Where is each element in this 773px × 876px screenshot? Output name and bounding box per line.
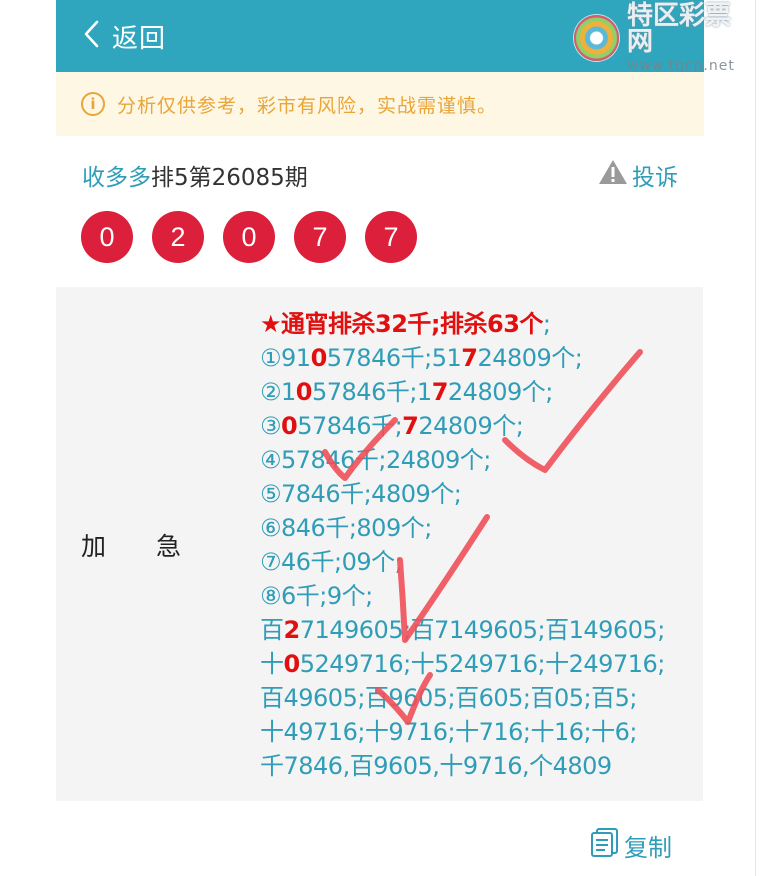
analysis-line: ①91057846千;51724809个; (260, 341, 700, 375)
back-button[interactable]: 返回 (82, 14, 166, 58)
risk-notice-banner: i 分析仅供参考，彩市有风险，实战需谨慎。 (56, 72, 704, 136)
analysis-line: ⑦46千;09个; (260, 545, 700, 579)
analysis-text: 57846千; (297, 412, 403, 440)
urgent-label: 加急 (81, 527, 181, 563)
urgent-label-char: 急 (156, 532, 182, 561)
copy-button[interactable]: 复制 (588, 826, 672, 864)
analysis-content: ★通宵排杀32千;排杀63个; ①91057846千;51724809个; ②105… (260, 307, 700, 783)
analysis-line: ②1057846千;1724809个; (260, 375, 700, 409)
analysis-panel: 加急 ★通宵排杀32千;排杀63个; ①91057846千;51724809个; ②… (56, 287, 703, 801)
analysis-line: 百27149605;百7149605;百149605; (260, 613, 700, 647)
analysis-text: ; (542, 310, 551, 338)
urgent-label-char: 加 (81, 532, 107, 561)
copy-icon (588, 826, 624, 864)
analysis-line: 十05249716;十5249716;十249716; (260, 647, 700, 681)
logo-name: 特区彩票网 (626, 1, 731, 57)
analysis-line: ⑤7846千;4809个; (260, 477, 700, 511)
highlight-digit: 0 (295, 378, 313, 406)
highlight-digit: 0 (283, 650, 301, 678)
author-link[interactable]: 收多多 (82, 165, 151, 191)
analysis-text: 千7846,百9605,十9716,个4809 (260, 752, 612, 780)
analysis-text: 24809个; (447, 378, 553, 406)
analysis-text: ⑧6千;9个; (260, 582, 373, 610)
analysis-text: ③ (260, 412, 282, 440)
analysis-line: ★通宵排杀32千;排杀63个; (260, 307, 700, 341)
analysis-line: 千7846,百9605,十9716,个4809 (260, 749, 700, 783)
analysis-line: ⑧6千;9个; (260, 579, 700, 613)
number-ball: 2 (152, 211, 204, 263)
warning-icon (598, 159, 632, 191)
number-ball: 0 (81, 211, 133, 263)
analysis-line: 百49605;百9605;百605;百05;百5; (260, 681, 700, 715)
number-ball: 7 (365, 211, 417, 263)
analysis-text: 24809个; (418, 412, 524, 440)
highlight-digit: 0 (281, 412, 298, 440)
copy-label: 复制 (624, 833, 672, 862)
complain-label: 投诉 (632, 165, 678, 191)
analysis-text: 百49605;百9605;百605;百05;百5; (260, 684, 637, 712)
analysis-text: 7149605;百7149605;百149605; (299, 616, 666, 644)
back-label: 返回 (112, 23, 167, 54)
scrollbar-track[interactable] (755, 0, 773, 876)
analysis-text: 十49716;十9716;十716;十16;十6; (260, 718, 637, 746)
draw-numbers: 0 2 0 7 7 (81, 211, 436, 263)
info-icon: i (81, 92, 105, 116)
highlight-digit: 7 (402, 412, 419, 440)
analysis-text: ①91 (260, 344, 311, 372)
logo-emblem-icon (574, 15, 619, 61)
number-ball: 7 (294, 211, 346, 263)
analysis-text: 57846千;51 (326, 344, 462, 372)
site-logo-watermark: 特区彩票网 www.tqcp.net (574, 3, 754, 73)
analysis-text: 十 (260, 650, 284, 678)
chevron-left-icon (82, 19, 102, 53)
highlight-digit: 7 (431, 378, 449, 406)
analysis-text: 5249716;十5249716;十249716; (299, 650, 666, 678)
highlight-digit: 7 (461, 344, 478, 372)
analysis-text: ④57846千;24809个; (260, 446, 491, 474)
post-title-row: 收多多排5第26085期 投诉 (82, 156, 678, 194)
analysis-text: 百 (260, 616, 284, 644)
analysis-line: ④57846千;24809个; (260, 443, 700, 477)
logo-url: www.tqcp.net (626, 58, 735, 74)
issue-label: 排5第26085期 (151, 165, 308, 191)
analysis-text: 57846千;1 (312, 378, 432, 406)
analysis-text: ⑦46千;09个; (260, 548, 403, 576)
post-title: 收多多排5第26085期 (82, 158, 308, 192)
complain-button[interactable]: 投诉 (598, 158, 678, 192)
notice-text: 分析仅供参考，彩市有风险，实战需谨慎。 (117, 94, 498, 117)
analysis-text: ②1 (260, 378, 296, 406)
highlight-digit: 2 (283, 616, 301, 644)
analysis-line: ③057846千;724809个; (260, 409, 700, 443)
highlight-digit: 0 (310, 344, 328, 372)
analysis-text: ⑥846千;809个; (260, 514, 432, 542)
number-ball: 0 (223, 211, 275, 263)
analysis-line: ⑥846千;809个; (260, 511, 700, 545)
analysis-line: 十49716;十9716;十716;十16;十6; (260, 715, 700, 749)
analysis-text: 24809个; (477, 344, 583, 372)
analysis-text: ★通宵排杀32千;排杀63个 (260, 310, 543, 338)
left-margin (0, 0, 56, 876)
analysis-text: ⑤7846千;4809个; (260, 480, 462, 508)
